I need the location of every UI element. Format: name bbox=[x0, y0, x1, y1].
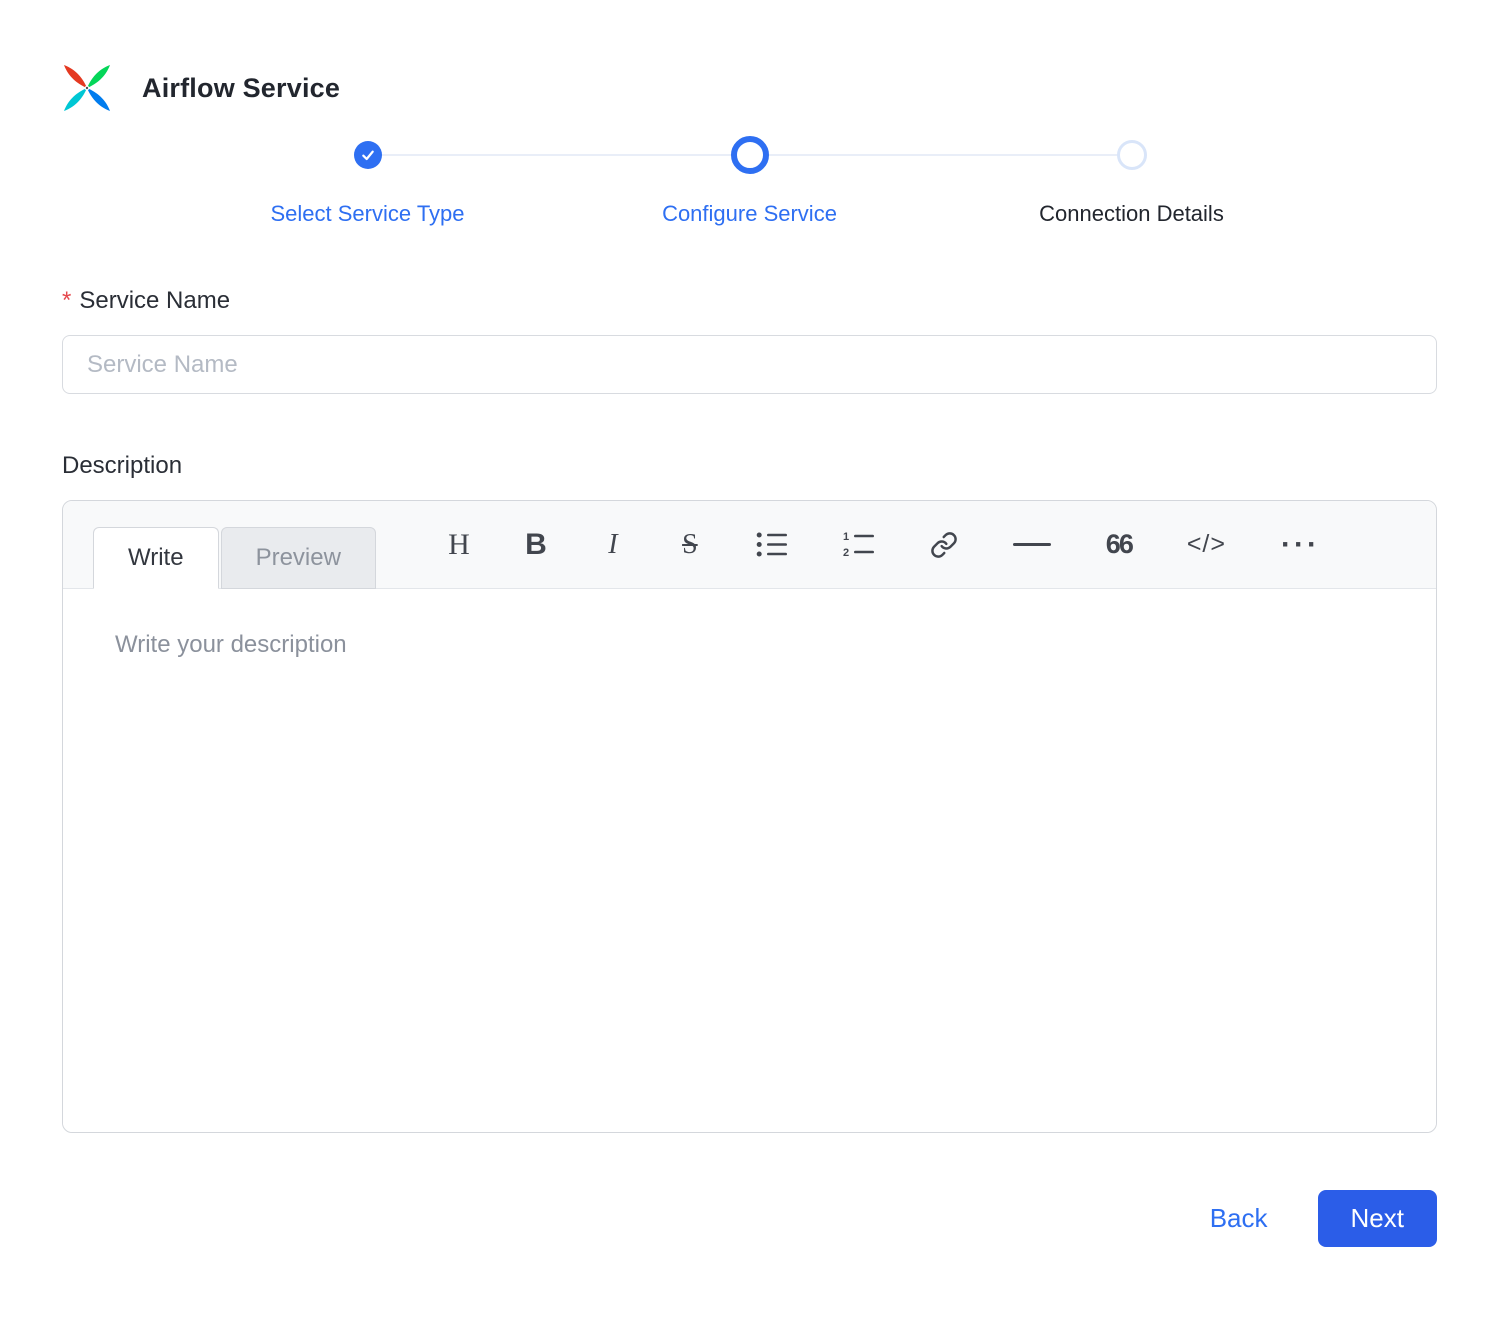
code-icon: </> bbox=[1186, 530, 1226, 558]
description-textarea[interactable] bbox=[63, 589, 1436, 1132]
editor-body bbox=[63, 589, 1436, 1132]
heading-icon: H bbox=[448, 527, 470, 561]
editor-toolbar: Write Preview H B I S 1 2 66 </> ··· bbox=[63, 501, 1436, 589]
bulleted-list-icon bbox=[756, 532, 787, 557]
check-icon bbox=[361, 150, 374, 161]
svg-text:2: 2 bbox=[843, 547, 849, 558]
italic-button[interactable]: I bbox=[598, 525, 628, 565]
more-options-icon: ··· bbox=[1280, 527, 1320, 561]
quote-button[interactable]: 66 bbox=[1102, 525, 1136, 564]
step-completed-circle bbox=[353, 141, 382, 169]
description-field-block: Description Write Preview H B I S 1 2 66… bbox=[62, 452, 1437, 1133]
heading-button[interactable]: H bbox=[444, 524, 474, 566]
italic-icon: I bbox=[608, 528, 618, 560]
editor-tabs: Write Preview bbox=[93, 527, 376, 589]
service-name-label: * Service Name bbox=[62, 287, 1437, 315]
service-name-field-block: * Service Name bbox=[62, 287, 1437, 394]
bold-icon: B bbox=[525, 527, 547, 561]
numbered-list-icon: 1 2 bbox=[843, 531, 874, 558]
bulleted-list-button[interactable] bbox=[752, 527, 792, 562]
step-label-configure-service: Configure Service bbox=[662, 201, 837, 226]
tab-preview[interactable]: Preview bbox=[220, 527, 376, 589]
link-button[interactable] bbox=[926, 527, 962, 563]
link-icon bbox=[931, 531, 957, 558]
toolbar-icon-group: H B I S 1 2 66 </> ··· bbox=[444, 524, 1324, 566]
quote-icon: 66 bbox=[1105, 529, 1134, 559]
description-label: Description bbox=[62, 452, 183, 479]
page-title: Airflow Service bbox=[142, 72, 341, 103]
horizontal-rule-button[interactable] bbox=[1009, 539, 1055, 550]
stepper-track bbox=[177, 135, 1323, 175]
strikethrough-button[interactable]: S bbox=[675, 525, 705, 565]
markdown-editor: Write Preview H B I S 1 2 66 </> ··· Wri… bbox=[62, 500, 1437, 1133]
step-circle-connection-details bbox=[941, 135, 1323, 175]
code-button[interactable]: </> bbox=[1183, 526, 1230, 563]
step-circle-configure-service bbox=[559, 135, 941, 175]
horizontal-rule-icon bbox=[1012, 543, 1051, 546]
next-button[interactable]: Next bbox=[1317, 1190, 1437, 1247]
step-label-select-service-type: Select Service Type bbox=[270, 201, 465, 226]
step-circle-select-service-type bbox=[177, 135, 559, 175]
wizard-footer: Back Next bbox=[62, 1190, 1437, 1247]
strikethrough-icon: S bbox=[682, 528, 698, 560]
required-asterisk: * bbox=[62, 287, 72, 314]
airflow-service-wizard: Airflow Service Select Service Type Conf… bbox=[0, 0, 1502, 1328]
numbered-list-button[interactable]: 1 2 bbox=[839, 527, 879, 562]
svg-text:1: 1 bbox=[843, 531, 849, 543]
step-upcoming-circle bbox=[1116, 140, 1147, 170]
step-active-circle bbox=[730, 136, 769, 174]
service-name-input[interactable] bbox=[62, 335, 1437, 394]
more-options-button[interactable]: ··· bbox=[1277, 524, 1324, 566]
back-button[interactable]: Back bbox=[1210, 1203, 1268, 1234]
airflow-logo-icon bbox=[64, 65, 110, 111]
tab-write[interactable]: Write bbox=[93, 527, 219, 589]
step-label-connection-details: Connection Details bbox=[1039, 201, 1224, 226]
page-header: Airflow Service bbox=[62, 63, 1437, 113]
bold-button[interactable]: B bbox=[521, 524, 551, 566]
service-name-label-text: Service Name bbox=[79, 287, 231, 314]
wizard-stepper: Select Service Type Configure Service Co… bbox=[177, 135, 1323, 227]
